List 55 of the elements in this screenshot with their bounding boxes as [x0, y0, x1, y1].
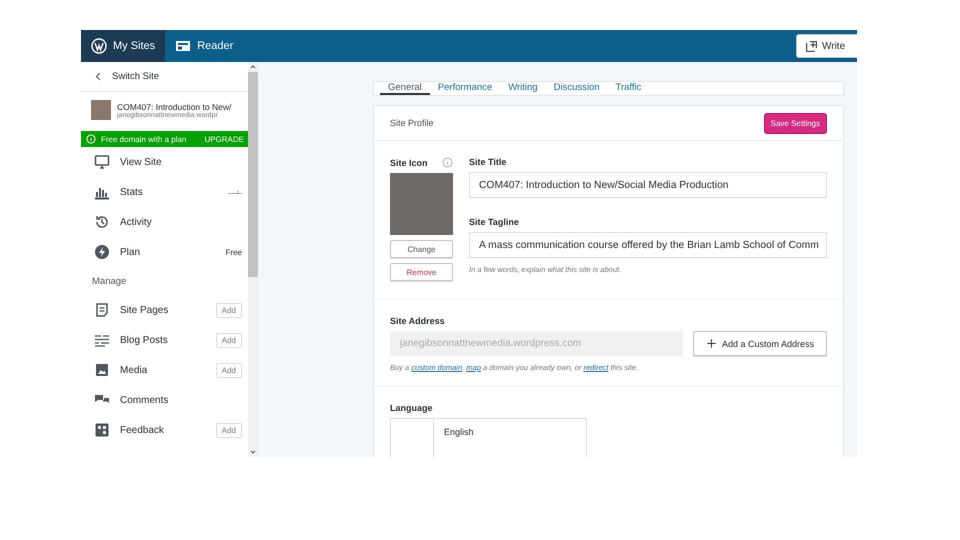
add-button[interactable]: Add [216, 362, 242, 378]
switch-site-link[interactable]: Switch Site [112, 71, 159, 82]
field-label: Language [390, 403, 434, 413]
add-button[interactable]: Add [216, 332, 242, 348]
site-name[interactable]: COM407: Introduction to New/ [117, 102, 232, 112]
sidebar-item[interactable]: Comments [120, 394, 242, 406]
sidebar-item[interactable]: Media [120, 364, 206, 376]
sidebar-item[interactable]: Stats [120, 186, 218, 198]
field-label: Site Icon [390, 158, 428, 168]
sparkline-icon [228, 190, 242, 194]
photo-placeholder [390, 173, 453, 235]
settings-tab[interactable]: General [380, 82, 430, 95]
history-icon [94, 214, 110, 230]
plus-icon [706, 338, 717, 349]
site-avatar [91, 100, 111, 120]
sidebar-item[interactable]: Site Pages [120, 304, 206, 316]
wordpress-logo-icon [91, 38, 107, 54]
info-icon [442, 157, 453, 168]
save-button[interactable]: Save Settings [764, 112, 827, 134]
write-button[interactable]: Write [796, 34, 857, 58]
section-heading: Manage [91, 274, 128, 288]
field-label: Site Tagline [469, 217, 520, 227]
add-page-icon [805, 40, 818, 52]
reader-icon [175, 38, 192, 54]
sidebar-item[interactable]: Blog Posts [120, 334, 206, 346]
nav-tab[interactable]: My Sites [81, 30, 166, 62]
settings-tab[interactable]: Writing [500, 82, 546, 95]
monitor-icon [94, 154, 110, 170]
page-icon [94, 302, 110, 318]
change-button[interactable]: Change [390, 240, 453, 258]
feedback-icon [94, 422, 110, 438]
card-title: Site Profile [390, 118, 434, 128]
sidebar-item[interactable]: Plan [120, 246, 216, 258]
title-field[interactable]: COM407: Introduction to New/Social Media Production [469, 172, 827, 198]
bolt-circle-icon [94, 244, 110, 260]
sidebar-item[interactable]: Feedback [120, 424, 206, 436]
info-icon [86, 134, 96, 144]
remove-button[interactable]: Remove [390, 263, 453, 281]
add-button[interactable]: Add [216, 422, 242, 438]
settings-tab[interactable]: Performance [430, 82, 500, 95]
add-button[interactable]: Add [216, 302, 242, 318]
custom-address-button[interactable]: Add a Custom Address [692, 331, 827, 356]
scrollbar[interactable] [248, 62, 258, 457]
plan-label: Free [226, 248, 242, 256]
field-label: Site Address [390, 316, 446, 326]
tagline-field[interactable]: A mass communication course offered by the Brian Lamb School of Comm [469, 232, 827, 258]
sidebar-item[interactable]: Activity [120, 216, 242, 228]
nav-tab[interactable]: Reader [165, 30, 244, 62]
sidebar-item[interactable]: View Site [120, 156, 242, 168]
field-label: Site Title [469, 157, 508, 167]
settings-tab[interactable]: Traffic [608, 82, 650, 95]
language-selector[interactable]: English [390, 418, 587, 457]
banner-text: Free domain with a plan [101, 134, 188, 144]
image-icon [94, 362, 110, 378]
settings-tab[interactable]: Discussion [546, 82, 608, 95]
